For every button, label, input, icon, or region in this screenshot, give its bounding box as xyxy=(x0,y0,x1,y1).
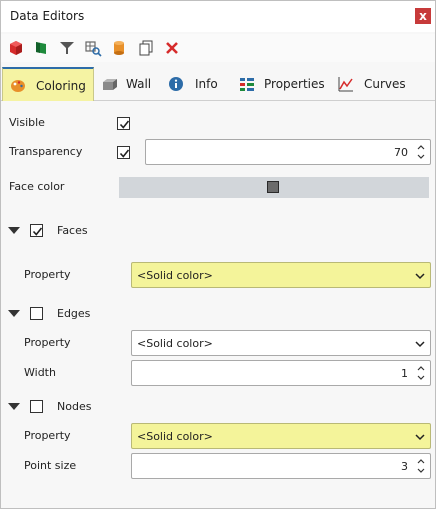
nodes-property-value: <Solid color> xyxy=(137,430,213,443)
cylinder-icon[interactable] xyxy=(110,39,128,57)
tab-label: Wall xyxy=(126,77,152,91)
tab-label: Curves xyxy=(364,77,406,91)
data-editors-window: Data Editors x Coloring Wall Info Proper… xyxy=(0,0,436,509)
edges-width-value: 1 xyxy=(401,367,408,380)
tab-wall[interactable]: Wall xyxy=(97,67,159,101)
nodes-collapse-icon[interactable] xyxy=(8,403,20,410)
title-bar: Data Editors x xyxy=(1,1,435,32)
transparency-spinbox[interactable]: 70 xyxy=(145,139,431,165)
face-color-label: Face color xyxy=(9,180,65,193)
edges-width-label: Width xyxy=(24,366,56,379)
tab-coloring[interactable]: Coloring xyxy=(2,67,94,101)
nodes-point-size-value: 3 xyxy=(401,460,408,473)
delete-icon[interactable] xyxy=(163,39,181,57)
transparency-checkbox[interactable] xyxy=(117,146,130,159)
wall-icon xyxy=(101,76,117,92)
transparency-value: 70 xyxy=(394,146,408,159)
face-color-swatch xyxy=(267,181,279,193)
faces-label: Faces xyxy=(57,224,88,237)
tab-label: Properties xyxy=(264,77,325,91)
properties-icon xyxy=(239,76,255,92)
tab-label: Coloring xyxy=(36,79,86,93)
edges-property-select[interactable]: <Solid color> xyxy=(131,330,431,356)
faces-checkbox[interactable] xyxy=(30,224,43,237)
visible-label: Visible xyxy=(9,116,45,129)
tab-curves[interactable]: Curves xyxy=(335,67,407,101)
edges-property-value: <Solid color> xyxy=(137,337,213,350)
face-color-picker[interactable] xyxy=(119,177,429,198)
nodes-property-label: Property xyxy=(24,429,71,442)
window-title: Data Editors xyxy=(10,9,85,23)
toolbar xyxy=(1,34,435,62)
tab-label: Info xyxy=(195,77,218,91)
spinner-arrows-icon[interactable] xyxy=(416,143,426,161)
search-grid-icon[interactable] xyxy=(84,39,102,57)
edges-property-label: Property xyxy=(24,336,71,349)
curves-icon xyxy=(338,76,354,92)
edges-checkbox[interactable] xyxy=(30,307,43,320)
edges-collapse-icon[interactable] xyxy=(8,310,20,317)
close-button[interactable]: x xyxy=(415,8,431,24)
nodes-point-size-label: Point size xyxy=(24,459,77,472)
tab-bar: Coloring Wall Info Properties Curves xyxy=(1,67,435,101)
info-icon xyxy=(168,76,184,92)
cube-icon[interactable] xyxy=(7,39,25,57)
transparency-label: Transparency xyxy=(9,145,83,158)
edges-width-spinbox[interactable]: 1 xyxy=(131,360,431,386)
nodes-checkbox[interactable] xyxy=(30,400,43,413)
flag-icon[interactable] xyxy=(32,39,50,57)
faces-property-select[interactable]: <Solid color> xyxy=(131,262,431,288)
filter-icon[interactable] xyxy=(58,39,76,57)
edges-label: Edges xyxy=(57,307,91,320)
nodes-label: Nodes xyxy=(57,400,92,413)
copy-icon[interactable] xyxy=(137,39,155,57)
nodes-property-select[interactable]: <Solid color> xyxy=(131,423,431,449)
visible-checkbox[interactable] xyxy=(117,117,130,130)
faces-collapse-icon[interactable] xyxy=(8,227,20,234)
faces-property-label: Property xyxy=(24,268,71,281)
spinner-arrows-icon[interactable] xyxy=(416,364,426,382)
tab-properties[interactable]: Properties xyxy=(235,67,329,101)
tab-info[interactable]: Info xyxy=(164,67,230,101)
palette-icon xyxy=(10,78,26,94)
chevron-down-icon xyxy=(414,431,426,443)
chevron-down-icon xyxy=(414,338,426,350)
chevron-down-icon xyxy=(414,270,426,282)
faces-property-value: <Solid color> xyxy=(137,269,213,282)
nodes-point-size-spinbox[interactable]: 3 xyxy=(131,453,431,479)
spinner-arrows-icon[interactable] xyxy=(416,457,426,475)
